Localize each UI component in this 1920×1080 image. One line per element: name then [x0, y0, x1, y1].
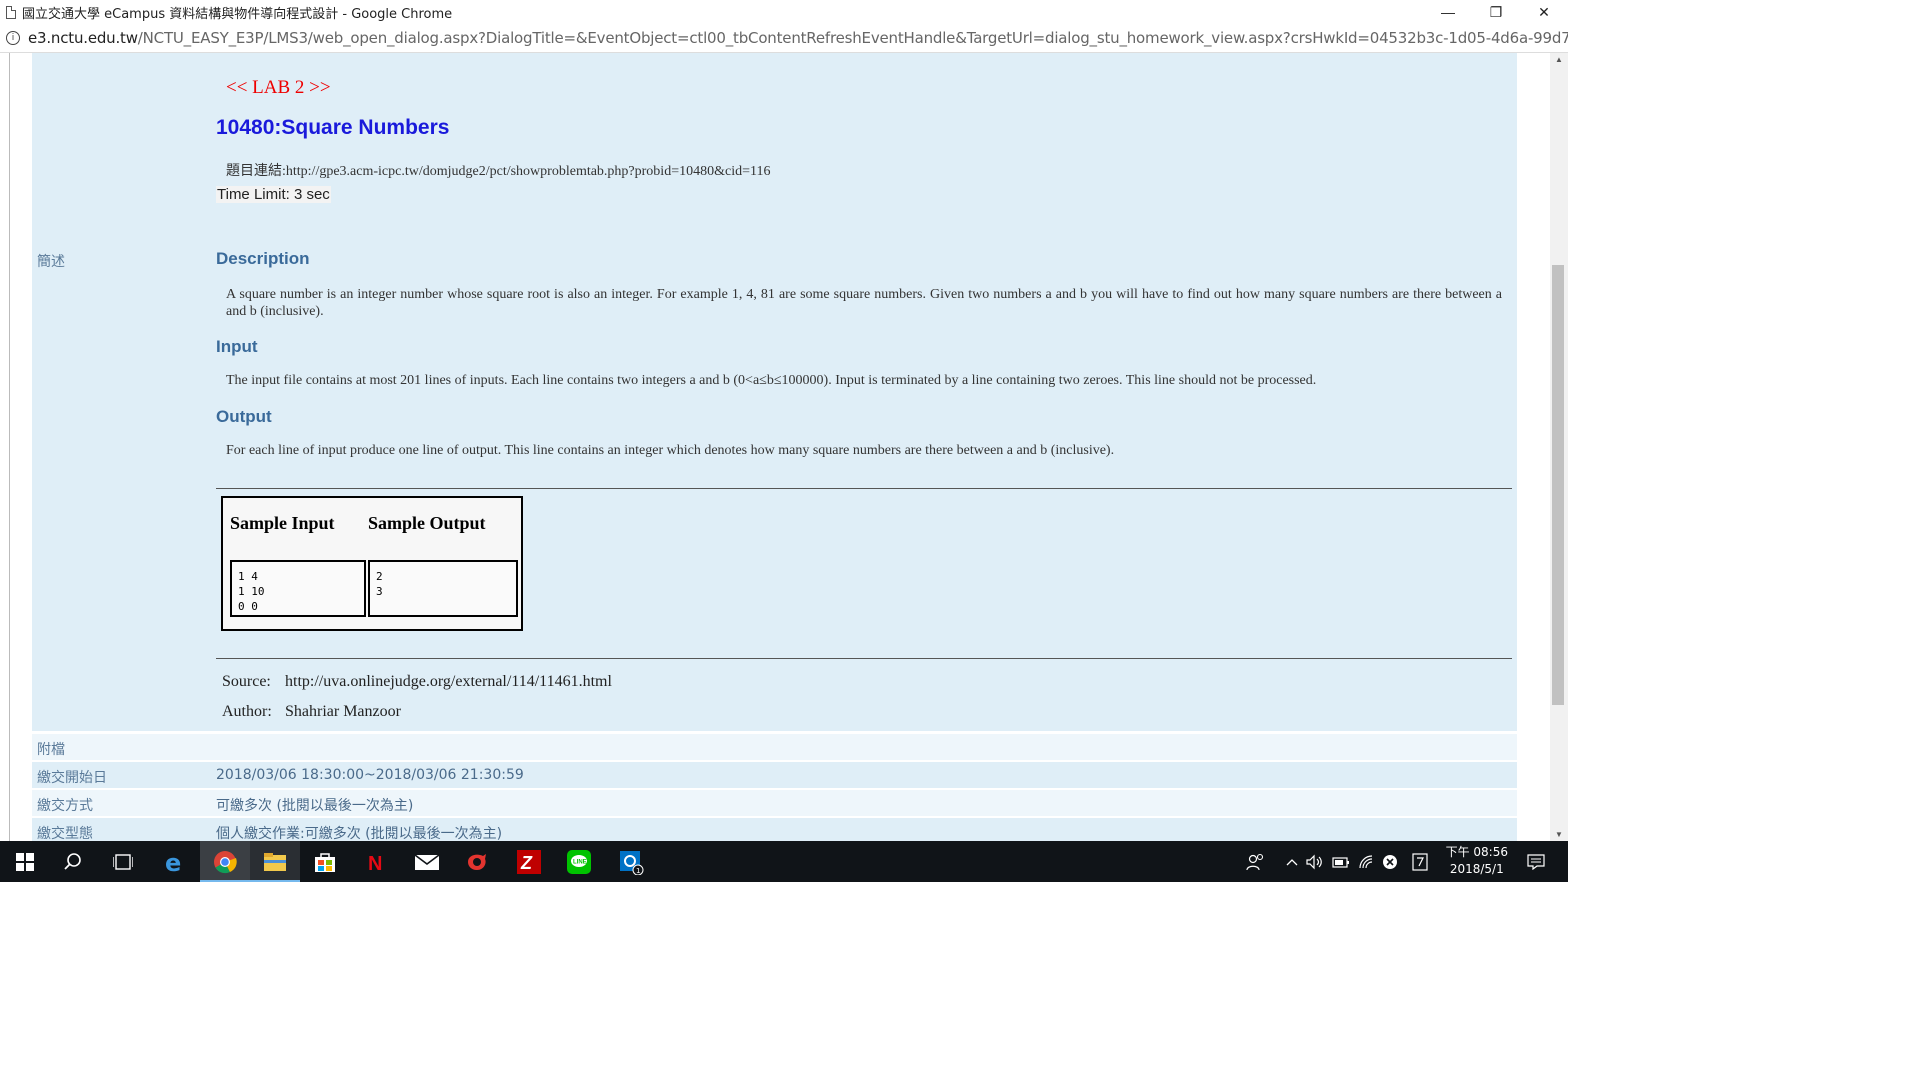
svg-text:Z: Z — [520, 853, 533, 873]
page-viewport: 簡述 << LAB 2 >> 10480:Square Numbers 題目連結… — [0, 53, 1550, 841]
windows-taskbar: e N Z LINE 1 下午 08:56 2018/5/1 — [0, 841, 1568, 882]
vertical-scrollbar[interactable]: ▲ ▼ — [1550, 53, 1568, 841]
page-icon — [6, 5, 16, 19]
task-view-icon[interactable] — [98, 841, 148, 882]
people-icon[interactable] — [1246, 853, 1266, 871]
svg-text:e: e — [165, 850, 181, 874]
minimize-button[interactable]: — — [1424, 0, 1472, 24]
problem-title: 10480:Square Numbers — [216, 116, 450, 139]
start-row-label: 繳交開始日 — [37, 770, 107, 786]
file-explorer-icon[interactable] — [250, 841, 300, 882]
problem-link[interactable]: 題目連結:http://gpe3.acm-icpc.tw/domjudge2/p… — [226, 160, 770, 180]
system-clock[interactable]: 下午 08:56 2018/5/1 — [1446, 844, 1508, 878]
restore-button[interactable]: ❐ — [1472, 0, 1520, 24]
volume-icon[interactable] — [1306, 854, 1324, 870]
url-path: /NCTU_EASY_E3P/LMS3/web_open_dialog.aspx… — [137, 29, 1568, 47]
close-button[interactable]: ✕ — [1520, 0, 1568, 24]
outlook-icon[interactable]: 1 — [606, 841, 656, 882]
description-heading: Description — [216, 249, 310, 268]
sample-input-heading: Sample Input — [230, 513, 335, 533]
input-text: The input file contains at most 201 line… — [226, 373, 1317, 388]
source-link[interactable]: http://uva.onlinejudge.org/external/114/… — [285, 673, 612, 691]
garena-icon[interactable] — [452, 841, 502, 882]
edge-icon[interactable]: e — [150, 841, 200, 882]
system-tray — [1246, 841, 1428, 882]
svg-text:N: N — [368, 853, 382, 873]
action-center-icon[interactable] — [1514, 841, 1558, 882]
windows-start-icon[interactable] — [0, 841, 50, 882]
author-label: Author: — [222, 703, 272, 720]
url-host: e3.nctu.edu.tw — [27, 29, 138, 47]
clock-date: 2018/5/1 — [1449, 862, 1504, 876]
filezilla-icon[interactable]: Z — [504, 841, 554, 882]
start-row-value: 2018/03/06 18:30:00~2018/03/06 21:30:59 — [216, 767, 524, 783]
store-icon[interactable] — [300, 841, 350, 882]
description-text: A square number is an integer number who… — [226, 287, 1502, 319]
window-titlebar: 國立交通大學 eCampus 資料結構與物件導向程式設計 - Google Ch… — [0, 0, 1568, 24]
sample-input-cell: 1 4 1 10 0 0 — [230, 560, 366, 617]
method-row-value: 可繳多次 (批閱以最後一次為主) — [216, 798, 414, 814]
attach-row-label: 附檔 — [37, 742, 65, 758]
author-name: Shahriar Manzoor — [285, 703, 401, 720]
method-row-label: 繳交方式 — [37, 798, 93, 814]
url-text[interactable]: e3.nctu.edu.tw/NCTU_EASY_E3P/LMS3/web_op… — [28, 29, 1568, 47]
svg-text:1: 1 — [636, 867, 640, 875]
mail-icon[interactable] — [402, 841, 452, 882]
netflix-icon[interactable]: N — [350, 841, 400, 882]
attach-value-cell — [212, 734, 1517, 760]
dialog-border — [9, 53, 10, 841]
battery-icon[interactable] — [1332, 855, 1350, 869]
sample-output-cell: 2 3 — [368, 560, 518, 617]
wifi-icon[interactable] — [1358, 854, 1374, 870]
type-row-value: 個人繳交作業:可繳多次 (批閱以最後一次為主) — [216, 826, 503, 841]
network-disabled-icon[interactable] — [1382, 854, 1398, 870]
description-row-label: 簡述 — [37, 254, 65, 270]
ime-icon[interactable] — [1412, 852, 1428, 871]
type-row-label: 繳交型態 — [37, 826, 93, 841]
window-controls: — ❐ ✕ — [1424, 0, 1568, 24]
address-bar[interactable]: i e3.nctu.edu.tw/NCTU_EASY_E3P/LMS3/web_… — [0, 24, 1568, 53]
output-heading: Output — [216, 407, 272, 426]
window-title: 國立交通大學 eCampus 資料結構與物件導向程式設計 - Google Ch… — [22, 6, 453, 22]
line-icon[interactable]: LINE — [554, 841, 604, 882]
info-icon[interactable]: i — [6, 31, 20, 45]
output-text: For each line of input produce one line … — [226, 443, 1115, 458]
lab-heading: << LAB 2 >> — [226, 77, 331, 98]
chevron-up-icon[interactable] — [1286, 857, 1298, 867]
time-limit: Time Limit: 3 sec — [216, 186, 331, 203]
scroll-up-icon[interactable]: ▲ — [1555, 55, 1563, 64]
search-icon[interactable] — [48, 841, 98, 882]
description-label-cell — [32, 53, 212, 731]
sample-table: Sample Input Sample Output 1 4 1 10 0 0 … — [221, 496, 523, 631]
divider-top — [216, 488, 1512, 489]
input-heading: Input — [216, 337, 258, 356]
source-label: Source: — [222, 673, 271, 690]
divider-bottom — [216, 658, 1512, 659]
scroll-down-icon[interactable]: ▼ — [1555, 830, 1563, 839]
svg-text:LINE: LINE — [573, 859, 587, 865]
scroll-thumb[interactable] — [1552, 265, 1564, 705]
clock-time: 下午 08:56 — [1445, 845, 1508, 859]
chrome-icon[interactable] — [200, 841, 250, 882]
sample-output-heading: Sample Output — [368, 513, 486, 533]
